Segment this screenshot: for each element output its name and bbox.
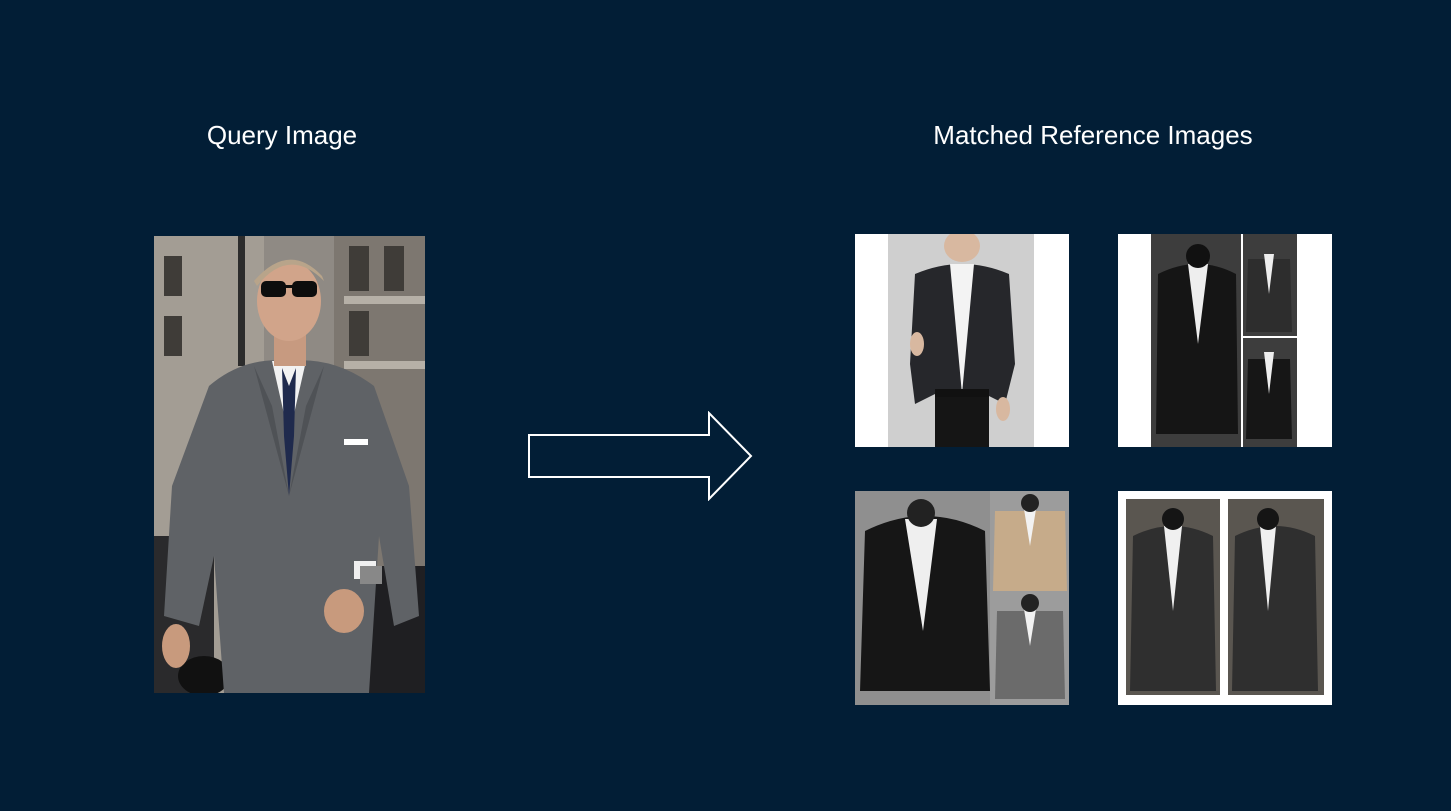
black-cardigan-collage — [1118, 234, 1332, 447]
query-image-title: Query Image — [206, 120, 358, 150]
reference-image-3 — [855, 491, 1069, 705]
reference-image-4 — [1118, 491, 1332, 705]
matched-reference-images-title: Matched Reference Images — [933, 120, 1253, 150]
charcoal-cardigan-photo — [1118, 491, 1332, 705]
slide: Query Image Matched Reference Images — [0, 0, 1451, 811]
right-arrow-icon — [527, 410, 755, 502]
man-in-grey-suit-illustration — [154, 236, 425, 693]
query-image — [154, 236, 425, 693]
three-blazers-collage — [855, 491, 1069, 705]
reference-image-2 — [1118, 234, 1332, 447]
dark-blazer-photo — [855, 234, 1069, 447]
reference-image-1 — [855, 234, 1069, 447]
